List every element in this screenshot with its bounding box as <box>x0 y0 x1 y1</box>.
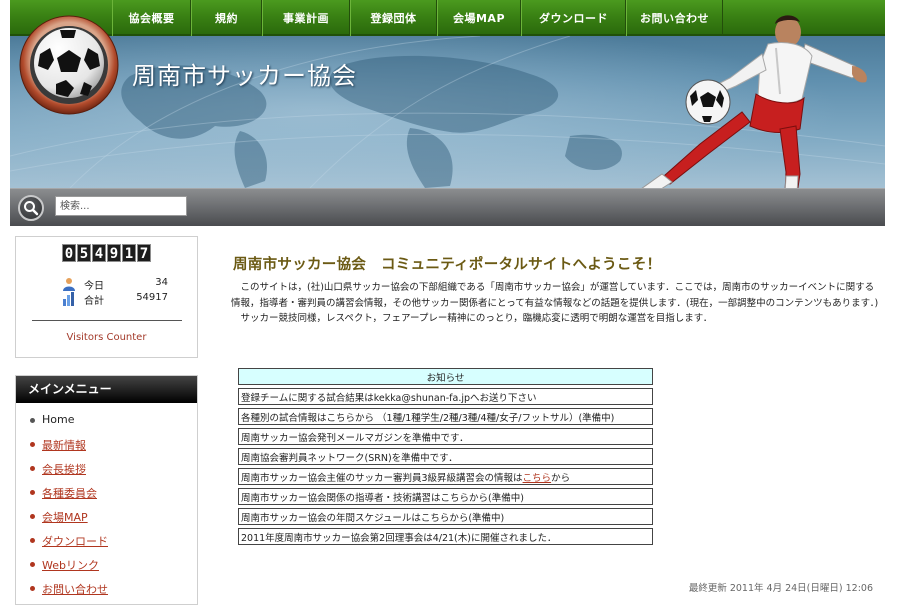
counter-today-label: 今日 <box>84 281 104 292</box>
bullet-icon <box>30 514 35 519</box>
notice-cell: 周南市サッカー協会の年間スケジュールはこちらから(準備中) <box>238 508 653 525</box>
intro-paragraph: サッカー競技同様，レスペクト，フェアープレー精神にのっとり，臨機応変に透明で明朗… <box>231 313 713 324</box>
search-icon[interactable] <box>18 195 44 221</box>
menu-item-web-links[interactable]: Webリンク <box>28 557 108 581</box>
nav-item-registered-groups[interactable]: 登録団体 <box>350 0 437 36</box>
counter-total-row: 合計 54917 <box>62 292 168 307</box>
main-menu-panel: メインメニュー Home 最新情報 会長挨拶 各種委員会 会場MAP ダウンロー… <box>15 375 198 605</box>
page: 協会概要 規約 事業計画 登録団体 会場MAP ダウンロード お問い合わせ 周南… <box>0 0 897 605</box>
notice-cell-text: 周南市サッカー協会主催のサッカー審判員3級昇級講習会の情報は <box>241 472 523 484</box>
counter-digits: 0 5 4 9 1 7 <box>62 244 151 262</box>
table-header-row: お知らせ <box>238 368 653 385</box>
last-updated: 最終更新 2011年 4月 24日(日曜日) 12:06 <box>688 583 873 594</box>
notice-cell: 2011年度周南市サッカー協会第2回理事会は4/21(木)に開催されました． <box>238 528 653 545</box>
visitor-counter-panel: 0 5 4 9 1 7 今日 34 合計 54917 Visitors Coun… <box>15 236 198 358</box>
notice-cell: 周南市サッカー協会主催のサッカー審判員3級昇級講習会の情報はこちらから <box>238 468 653 485</box>
counter-digit: 7 <box>137 244 151 262</box>
nav-item-about[interactable]: 協会概要 <box>112 0 191 36</box>
menu-item-greeting[interactable]: 会長挨拶 <box>28 461 108 485</box>
menu-item-committees[interactable]: 各種委員会 <box>28 485 108 509</box>
main-menu-list: Home 最新情報 会長挨拶 各種委員会 会場MAP ダウンロード Webリンク… <box>28 413 108 605</box>
counter-digit: 4 <box>92 244 106 262</box>
notice-table: お知らせ 登録チームに関する試合結果はkekka@shunan-fa.jpへお送… <box>238 365 653 548</box>
notice-cell: 周南市サッカー協会関係の指導者・技術講習はこちらから(準備中) <box>238 488 653 505</box>
counter-digit: 1 <box>122 244 136 262</box>
notice-cell: 登録チームに関する試合結果はkekka@shunan-fa.jpへお送り下さい <box>238 388 653 405</box>
table-row: 周南サッカー協会発刊メールマガジンを準備中です． <box>238 428 653 445</box>
notice-cell-suffix: から <box>551 472 571 484</box>
table-row: 各種別の試合情報はこちらから （1種/1種学生/2種/3種/4種/女子/フットサ… <box>238 408 653 425</box>
bullet-icon <box>30 490 35 495</box>
table-row: 2011年度周南市サッカー協会第2回理事会は4/21(木)に開催されました． <box>238 528 653 545</box>
page-title: 周南市サッカー協会 コミュニティポータルサイトへようこそ！ <box>233 257 662 273</box>
bar-chart-icon <box>63 292 74 306</box>
menu-item-home[interactable]: Home <box>28 413 108 437</box>
right-margin <box>885 0 897 595</box>
menu-item-venue-map[interactable]: 会場MAP <box>28 509 108 533</box>
notice-cell: 周南協会審判員ネットワーク(SRN)を準備中です． <box>238 448 653 465</box>
bullet-icon <box>30 418 35 423</box>
menu-item-contact[interactable]: お問い合わせ <box>28 581 108 605</box>
bullet-icon <box>30 538 35 543</box>
counter-total-value: 54917 <box>136 292 168 303</box>
notice-table-header: お知らせ <box>238 368 653 385</box>
search-input[interactable] <box>55 196 187 216</box>
table-row: 周南市サッカー協会主催のサッカー審判員3級昇級講習会の情報はこちらから <box>238 468 653 485</box>
intro-paragraph: このサイトは，(社)山口県サッカー協会の下部組織である「周南市サッカー協会」が運… <box>231 282 879 309</box>
bullet-icon <box>30 562 35 567</box>
site-title: 周南市サッカー協会 <box>132 62 357 90</box>
nav-item-venue-map[interactable]: 会場MAP <box>437 0 521 36</box>
menu-item-label: 最新情報 <box>42 439 86 452</box>
menu-item-news[interactable]: 最新情報 <box>28 437 108 461</box>
counter-digit: 0 <box>62 244 76 262</box>
soccer-ball-logo-icon <box>19 15 119 115</box>
menu-item-label: Webリンク <box>42 559 99 572</box>
menu-item-label: 各種委員会 <box>42 487 97 500</box>
counter-caption: Visitors Counter <box>66 332 147 343</box>
counter-total-label: 合計 <box>84 296 104 307</box>
nav-item-rules[interactable]: 規約 <box>191 0 262 36</box>
table-row: 周南市サッカー協会関係の指導者・技術講習はこちらから(準備中) <box>238 488 653 505</box>
table-row: 周南協会審判員ネットワーク(SRN)を準備中です． <box>238 448 653 465</box>
counter-digit: 5 <box>77 244 91 262</box>
user-icon <box>63 278 75 291</box>
counter-digit: 9 <box>107 244 121 262</box>
menu-item-label: Home <box>42 413 75 426</box>
notice-cell: 各種別の試合情報はこちらから （1種/1種学生/2種/3種/4種/女子/フットサ… <box>238 408 653 425</box>
menu-item-label: 会場MAP <box>42 511 88 524</box>
counter-today-row: 今日 34 <box>62 277 168 292</box>
menu-item-label: 会長挨拶 <box>42 463 86 476</box>
table-row: 登録チームに関する試合結果はkekka@shunan-fa.jpへお送り下さい <box>238 388 653 405</box>
header-banner: 協会概要 規約 事業計画 登録団体 会場MAP ダウンロード お問い合わせ 周南… <box>10 0 885 226</box>
counter-today-value: 34 <box>155 277 168 288</box>
table-row: 周南市サッカー協会の年間スケジュールはこちらから(準備中) <box>238 508 653 525</box>
nav-item-business-plan[interactable]: 事業計画 <box>262 0 350 36</box>
bullet-icon <box>30 442 35 447</box>
search-bar <box>10 188 885 226</box>
intro-text: このサイトは，(社)山口県サッカー協会の下部組織である「周南市サッカー協会」が運… <box>231 280 881 327</box>
counter-divider <box>32 320 182 321</box>
bullet-icon <box>30 586 35 591</box>
bullet-icon <box>30 466 35 471</box>
notice-cell: 周南サッカー協会発刊メールマガジンを準備中です． <box>238 428 653 445</box>
menu-item-download[interactable]: ダウンロード <box>28 533 108 557</box>
notice-link[interactable]: こちら <box>523 473 552 484</box>
main-menu-title: メインメニュー <box>16 376 197 403</box>
menu-item-label: ダウンロード <box>42 535 108 548</box>
